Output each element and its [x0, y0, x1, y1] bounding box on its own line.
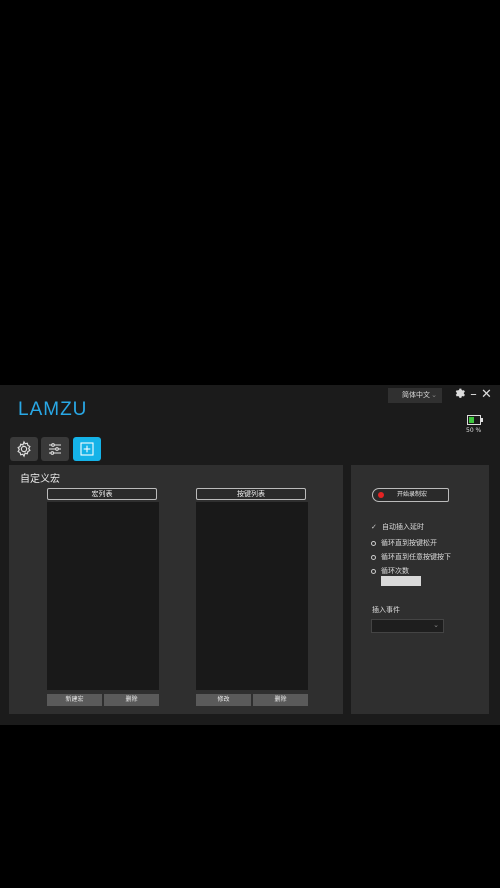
option-label: 自动插入延时	[382, 523, 424, 531]
new-macro-button[interactable]: 新建宏	[47, 694, 102, 706]
insert-event-select[interactable]: ⌄	[371, 619, 444, 633]
macro-panel: 自定义宏 宏列表 新建宏 删除 按键列表 修改 删除	[9, 465, 343, 714]
insert-event-label: 插入事件	[372, 606, 400, 614]
close-icon: ✕	[481, 387, 492, 402]
page-title: 自定义宏	[20, 474, 60, 485]
battery-percent: 50 %	[466, 427, 482, 434]
loop-until-release-option[interactable]: 循环直到按键松开	[371, 538, 437, 548]
loop-until-any-key-option[interactable]: 循环直到任意按键按下	[371, 552, 451, 562]
chevron-down-icon: ⌄	[433, 621, 439, 629]
logo: LAMZU	[18, 399, 88, 420]
tab-adjust[interactable]	[41, 437, 69, 461]
radio-button[interactable]	[371, 540, 376, 546]
settings-gear-button[interactable]	[453, 387, 466, 402]
language-value: 简体中文	[402, 391, 430, 399]
key-list[interactable]	[196, 502, 308, 690]
option-label: 循环直到任意按键按下	[381, 553, 451, 561]
auto-insert-delay-option[interactable]: ✓ 自动插入延时	[371, 522, 424, 532]
radio-button[interactable]	[371, 568, 376, 574]
macro-list-header: 宏列表	[47, 488, 157, 500]
loop-count-option[interactable]: 循环次数	[371, 566, 409, 576]
record-dot-icon	[378, 492, 384, 498]
loop-count-input[interactable]	[381, 576, 421, 586]
checkbox-checked-icon[interactable]: ✓	[371, 523, 378, 531]
macro-plus-icon	[80, 442, 94, 456]
delete-macro-button[interactable]: 删除	[104, 694, 159, 706]
battery-level-fill	[469, 417, 474, 423]
chevron-down-icon: ⌄	[431, 391, 437, 399]
sliders-icon	[49, 443, 61, 455]
language-select[interactable]: 简体中文 ⌄	[388, 388, 442, 403]
minimize-button[interactable]: –	[467, 387, 480, 402]
recording-panel: 开始录制宏 ✓ 自动插入延时 循环直到按键松开 循环直到任意按键按下 循环次数 …	[351, 465, 489, 714]
app-window: LAMZU 简体中文 ⌄ – ✕ 50 % 自定义宏 宏列表 新建宏 删除 按键…	[0, 385, 500, 725]
macro-list[interactable]	[47, 502, 159, 690]
battery-icon	[467, 415, 483, 425]
close-button[interactable]: ✕	[480, 387, 493, 402]
minimize-icon: –	[470, 387, 477, 402]
option-label: 循环直到按键松开	[381, 539, 437, 547]
gear-icon	[17, 440, 31, 458]
option-label: 循环次数	[381, 567, 409, 575]
delete-key-button[interactable]: 删除	[253, 694, 308, 706]
tab-settings[interactable]	[10, 437, 38, 461]
start-record-label: 开始录制宏	[397, 491, 428, 498]
gear-icon	[455, 388, 465, 398]
tab-macro[interactable]	[73, 437, 101, 461]
radio-button[interactable]	[371, 554, 376, 560]
start-record-button[interactable]: 开始录制宏	[372, 488, 449, 502]
key-list-header: 按键列表	[196, 488, 306, 500]
modify-key-button[interactable]: 修改	[196, 694, 251, 706]
